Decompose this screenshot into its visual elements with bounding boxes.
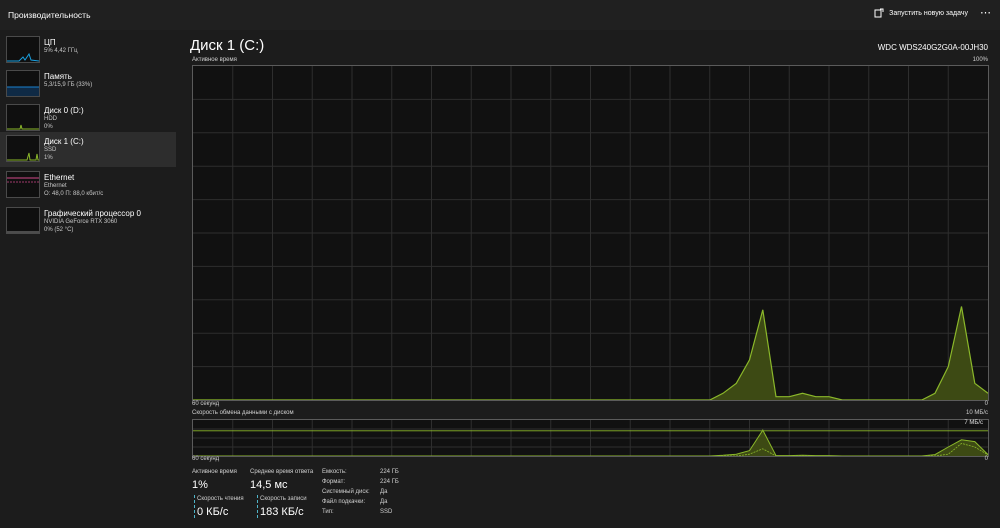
sidebar-item-label: Память — [44, 72, 72, 81]
sidebar-item-usage: 0% — [44, 124, 53, 130]
sidebar-item-disk1[interactable]: Диск 1 (C:) SSD 1% — [0, 132, 176, 167]
sidebar: ЦП 5% 4,42 ГГц Память 5,3/15,9 ГБ (33%) … — [0, 31, 178, 528]
page-file-label: Файл подкачки: — [322, 499, 366, 505]
sidebar-item-usage: 0% (52 °C) — [44, 227, 74, 233]
main-panel: Диск 1 (C:) WDC WDS240G2G0A-00JH30 Актив… — [190, 31, 996, 528]
response-time-stat-value: 14,5 мс — [250, 479, 288, 491]
active-time-graph-label: Активное время — [192, 57, 237, 63]
read-speed-stat-value: 0 КБ/с — [197, 506, 229, 518]
sidebar-item-detail: SSD — [44, 147, 57, 153]
active-time-graph — [192, 65, 989, 401]
capacity-value: 224 ГБ — [380, 469, 399, 475]
formatted-value: 224 ГБ — [380, 479, 399, 485]
sidebar-item-detail: 5% 4,42 ГГц — [44, 48, 78, 54]
active-time-graph-timespan: 60 секунд — [192, 401, 220, 407]
run-new-task-button[interactable]: Запустить новую задачу — [874, 8, 968, 18]
sidebar-item-memory[interactable]: Память 5,3/15,9 ГБ (33%) — [0, 67, 176, 102]
active-time-graph-min: 0 — [984, 401, 988, 407]
response-time-stat-label: Среднее время ответа — [250, 469, 314, 475]
page-file-value: Да — [380, 499, 388, 505]
sidebar-item-detail: HDD — [44, 116, 57, 122]
sidebar-item-label: Ethernet — [44, 173, 75, 182]
sidebar-item-label: Графический процессор 0 — [44, 209, 141, 218]
transfer-rate-graph-min: 0 — [984, 456, 988, 462]
system-disk-label: Системный диск: — [322, 489, 370, 495]
sidebar-item-label: Диск 1 (C:) — [44, 137, 84, 146]
title-bar: Производительность Запустить новую задач… — [0, 0, 1000, 30]
page-title: Производительность — [8, 10, 91, 20]
gpu-thumbnail-graph — [6, 207, 40, 234]
disk1-thumbnail-graph — [6, 135, 40, 162]
read-speed-stat-label: Скорость чтения — [197, 496, 244, 502]
active-time-graph-max: 100% — [972, 57, 988, 63]
disk-title: Диск 1 (C:) — [190, 37, 265, 54]
transfer-rate-graph-label: Скорость обмена данными с диском — [192, 410, 294, 416]
transfer-rate-scale-label: 7 МБ/с — [963, 420, 984, 426]
more-options-icon[interactable]: ⋯ — [980, 6, 992, 19]
sidebar-item-detail: NVIDIA GeForce RTX 3060 — [44, 219, 118, 225]
new-task-icon — [874, 8, 884, 18]
ethernet-thumbnail-graph — [6, 171, 40, 198]
formatted-label: Формат: — [322, 479, 345, 485]
run-new-task-label: Запустить новую задачу — [889, 9, 968, 17]
type-label: Тип: — [322, 509, 334, 515]
sidebar-item-label: ЦП — [44, 38, 56, 47]
sidebar-item-detail: 5,3/15,9 ГБ (33%) — [44, 82, 93, 88]
write-speed-stat-value: 183 КБ/с — [260, 506, 304, 518]
sidebar-item-detail: Ethernet — [44, 183, 67, 189]
transfer-rate-graph — [192, 419, 989, 457]
transfer-rate-graph-max: 10 МБ/с — [966, 410, 988, 416]
sidebar-item-disk0[interactable]: Диск 0 (D:) HDD 0% — [0, 101, 176, 136]
cpu-thumbnail-graph — [6, 36, 40, 63]
write-speed-stat-label: Скорость записи — [260, 496, 307, 502]
active-time-stat-label: Активное время — [192, 469, 237, 475]
sidebar-item-ethernet[interactable]: Ethernet Ethernet О: 48,0 П: 88,0 кбит/с — [0, 168, 176, 203]
read-speed-indicator — [194, 495, 196, 518]
transfer-rate-graph-timespan: 60 секунд — [192, 456, 220, 462]
sidebar-item-cpu[interactable]: ЦП 5% 4,42 ГГц — [0, 33, 176, 68]
sidebar-item-gpu[interactable]: Графический процессор 0 NVIDIA GeForce R… — [0, 204, 176, 239]
capacity-label: Емкость: — [322, 469, 347, 475]
write-speed-indicator — [257, 495, 259, 518]
type-value: SSD — [380, 509, 393, 515]
system-disk-value: Да — [380, 489, 388, 495]
memory-thumbnail-graph — [6, 70, 40, 97]
active-time-stat-value: 1% — [192, 479, 208, 491]
disk-model: WDC WDS240G2G0A-00JH30 — [877, 43, 988, 52]
sidebar-item-usage: 1% — [44, 155, 53, 161]
sidebar-item-label: Диск 0 (D:) — [44, 106, 84, 115]
sidebar-item-usage: О: 48,0 П: 88,0 кбит/с — [44, 191, 104, 197]
disk0-thumbnail-graph — [6, 104, 40, 131]
